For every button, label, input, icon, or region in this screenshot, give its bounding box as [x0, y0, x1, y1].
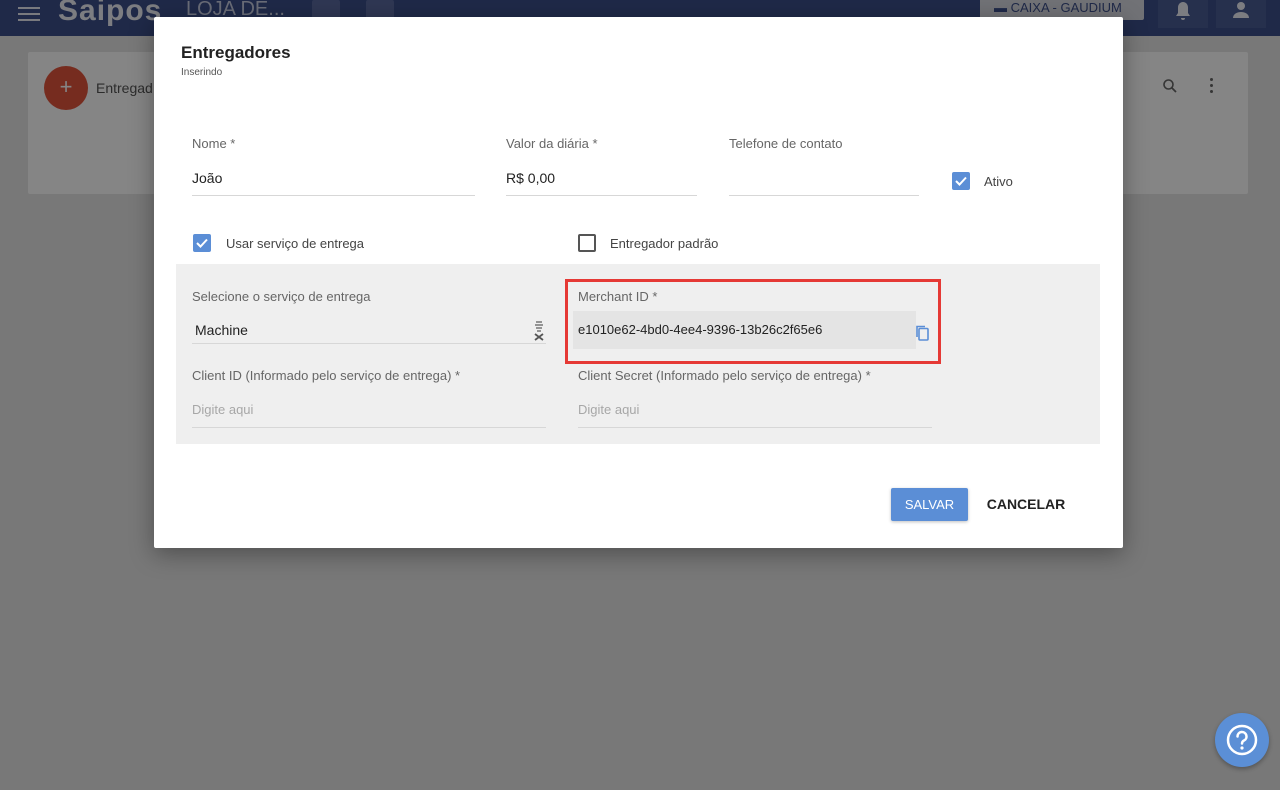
name-input[interactable]: João	[192, 170, 222, 186]
dialog-title: Entregadores	[181, 43, 291, 62]
use-service-label: Usar serviço de entrega	[226, 236, 365, 251]
merchant-id-value: e1010e62-4bd0-4ee4-9396-13b26c2f65e6	[578, 322, 823, 337]
phone-input[interactable]	[729, 170, 919, 190]
help-button[interactable]	[1215, 713, 1269, 767]
client-secret-label: Client Secret (Informado pelo serviço de…	[578, 368, 871, 383]
check-icon	[196, 238, 208, 248]
dialog-subtitle: Inserindo	[181, 67, 223, 78]
save-button[interactable]: SALVAR	[891, 488, 968, 521]
active-label: Ativo	[984, 174, 1013, 189]
daily-rate-input[interactable]: R$ 0,00	[506, 170, 555, 186]
daily-rate-label: Valor da diária *	[506, 136, 598, 151]
client-id-underline	[192, 427, 546, 428]
name-underline	[192, 195, 475, 196]
courier-dialog: Entregadores Inserindo Nome * João Valor…	[154, 17, 1123, 548]
cancel-button[interactable]: CANCELAR	[980, 488, 1072, 521]
merchant-id-label: Merchant ID *	[578, 289, 658, 304]
client-secret-underline	[578, 427, 932, 428]
copy-icon	[916, 325, 929, 341]
phone-underline	[729, 195, 919, 196]
use-service-checkbox[interactable]	[193, 234, 211, 252]
service-select-underline	[192, 343, 546, 344]
client-id-input[interactable]: Digite aqui	[192, 402, 253, 417]
clear-icon	[534, 321, 544, 341]
name-label: Nome *	[192, 136, 236, 151]
default-courier-label: Entregador padrão	[610, 236, 719, 251]
service-select-label: Selecione o serviço de entrega	[192, 289, 371, 304]
check-icon	[955, 176, 967, 186]
phone-label: Telefone de contato	[729, 136, 843, 151]
copy-merchant-id-button[interactable]	[914, 324, 930, 347]
daily-rate-underline	[506, 195, 697, 196]
active-checkbox[interactable]	[952, 172, 970, 190]
client-secret-input[interactable]: Digite aqui	[578, 402, 639, 417]
clear-selection-button[interactable]	[532, 320, 546, 347]
service-select[interactable]: Machine	[195, 322, 248, 338]
client-id-label: Client ID (Informado pelo serviço de ent…	[192, 368, 461, 383]
default-courier-checkbox[interactable]	[578, 234, 596, 252]
help-icon	[1226, 724, 1258, 756]
